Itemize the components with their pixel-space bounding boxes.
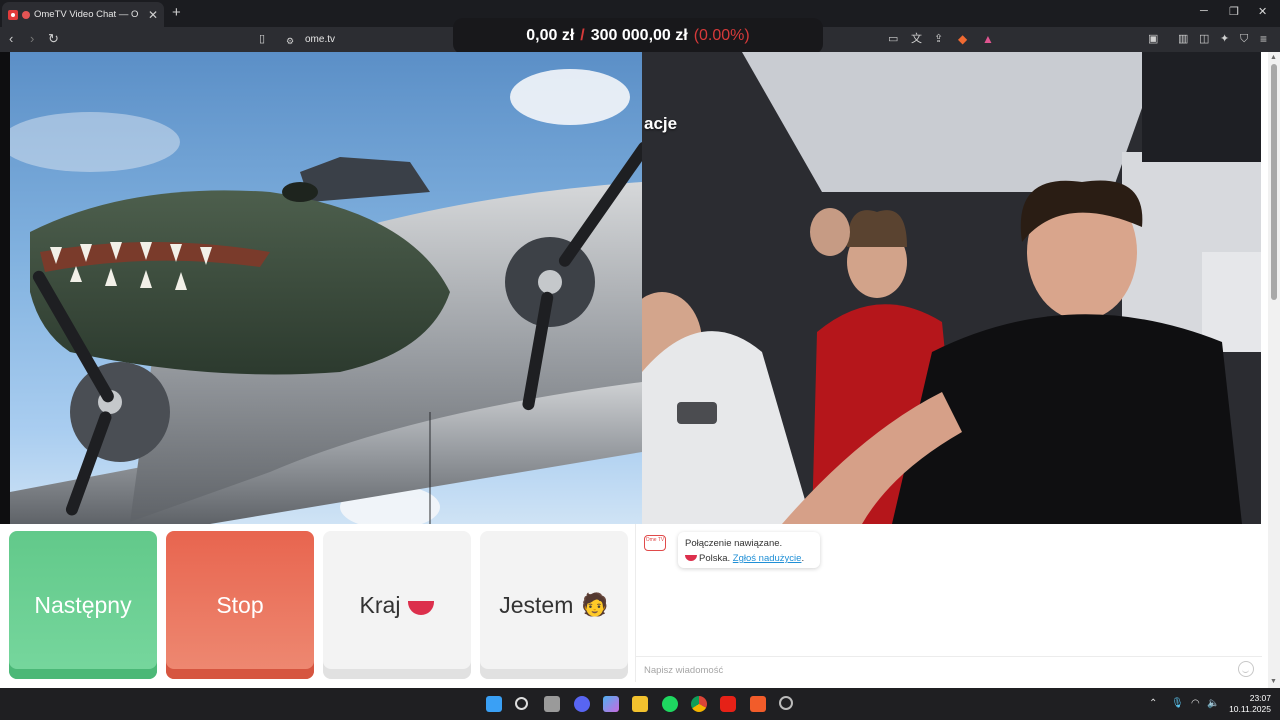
own-video (10, 52, 642, 524)
obs-icon[interactable] (779, 696, 793, 710)
ometv-logo-icon: Ome TV (644, 535, 666, 551)
stop-button-label: Stop (216, 591, 264, 618)
brave-shields-icon[interactable]: ◆ (958, 32, 967, 46)
brave-rewards-icon[interactable]: ▲ (982, 32, 994, 46)
left-margin (0, 52, 10, 524)
report-suffix: . (801, 553, 805, 564)
tray-overflow-icon[interactable]: ⌃ (1149, 698, 1157, 709)
reload-icon[interactable]: ↻ (48, 32, 59, 46)
share-icon[interactable]: ⇪ (934, 32, 943, 46)
translate-icon[interactable]: 文 (911, 32, 922, 46)
search-icon[interactable] (515, 697, 528, 710)
sidebar-icon[interactable]: ▥ (1178, 32, 1188, 46)
copilot-icon[interactable] (603, 696, 619, 712)
maximize-icon[interactable]: ❐ (1229, 5, 1239, 18)
close-window-icon[interactable]: ✕ (1258, 5, 1267, 18)
scroll-up-icon[interactable]: ▲ (1270, 54, 1277, 61)
reader-mode-icon[interactable]: ▣ (1148, 32, 1158, 46)
page-scrollbar[interactable]: ▲ ▼ (1268, 52, 1280, 688)
volume-icon[interactable]: 🔈 (1207, 698, 1219, 709)
clock-time: 23:07 (1249, 693, 1271, 703)
chat-input-bar (636, 656, 1262, 682)
brave-icon[interactable] (750, 696, 766, 712)
menu-icon[interactable]: ≡ (1260, 32, 1267, 46)
country-button-label: Kraj (359, 591, 401, 618)
file-explorer-icon[interactable] (632, 696, 648, 712)
system-message: Połączenie nawiązane. Polska. Zgłoś nadu… (678, 532, 820, 568)
cast-icon[interactable]: ▭ (888, 32, 898, 46)
microphone-icon[interactable]: 🎙 (1171, 698, 1184, 709)
spotify-icon[interactable] (662, 696, 678, 712)
start-menu-icon[interactable] (486, 696, 502, 712)
partner-video (642, 52, 1261, 524)
address-bar[interactable]: ome.tv (305, 34, 335, 45)
donation-percent: (0.00%) (693, 27, 750, 44)
chrome-icon[interactable] (691, 696, 707, 712)
boy-face-icon: 🧑 (581, 592, 609, 617)
site-info-icon[interactable]: ⚙ (286, 34, 294, 48)
tab-title: OmeTV Video Chat — Omeg (34, 9, 138, 20)
emoji-picker-icon[interactable] (1238, 661, 1254, 677)
country-line: Polska. Zgłoś nadużycie. (685, 551, 813, 566)
next-button[interactable]: Następny (9, 531, 157, 679)
scrollbar-thumb[interactable] (1271, 64, 1277, 300)
discord-icon[interactable] (574, 696, 590, 712)
youtube-icon[interactable] (720, 696, 736, 712)
audio-playing-icon[interactable] (22, 10, 30, 19)
donation-current: 0,00 zł (526, 27, 575, 44)
clock-date: 10.11.2025 (1229, 704, 1271, 714)
system-clock[interactable]: 23:07 10.11.2025 (1227, 693, 1271, 715)
bookmark-icon[interactable]: ▯ (259, 32, 265, 46)
stream-caption-partial: acje (644, 114, 678, 133)
next-button-label: Następny (34, 591, 132, 618)
gender-button[interactable]: Jestem 🧑 (480, 531, 628, 679)
new-tab-button[interactable]: + (172, 4, 181, 21)
forward-icon[interactable]: › (30, 32, 34, 46)
partner-country: Polska. (699, 553, 731, 564)
country-button[interactable]: Kraj (323, 531, 471, 679)
message-input[interactable] (644, 662, 1204, 678)
wallet-icon[interactable]: ◫ (1199, 32, 1209, 46)
donation-goal-overlay: 0,00 zł / 300 000,00 zł (0.00%) (453, 18, 823, 54)
donation-separator: / (580, 27, 585, 44)
donation-goal: 300 000,00 zł (590, 27, 688, 44)
ometv-favicon-icon (8, 9, 18, 20)
gender-button-label: Jestem (499, 591, 574, 618)
close-tab-icon[interactable]: ✕ (148, 8, 158, 22)
report-abuse-link[interactable]: Zgłoś nadużycie (733, 553, 802, 564)
minimize-icon[interactable]: ─ (1200, 5, 1208, 17)
chat-panel: Ome TV Połączenie nawiązane. Polska. Zgł… (635, 524, 1262, 682)
vpn-icon[interactable]: ⛉ (1240, 32, 1248, 46)
connection-status: Połączenie nawiązane. (685, 538, 783, 549)
wifi-icon[interactable]: ◠ (1191, 698, 1200, 709)
scroll-down-icon[interactable]: ▼ (1270, 678, 1277, 685)
back-icon[interactable]: ‹ (9, 32, 13, 46)
leo-ai-icon[interactable]: ✦ (1220, 32, 1229, 46)
poland-flag-small-icon (685, 555, 697, 562)
crocodile-plane-image (10, 69, 642, 524)
windows-taskbar: ⌃ 🎙 ◠ 🔈 23:07 10.11.2025 (0, 688, 1280, 720)
poland-flag-icon (408, 601, 435, 615)
task-view-icon[interactable] (544, 696, 560, 712)
stop-button[interactable]: Stop (166, 531, 314, 679)
partner-camera-feed (642, 52, 1261, 524)
browser-tab[interactable]: OmeTV Video Chat — Omeg ✕ (2, 2, 164, 27)
